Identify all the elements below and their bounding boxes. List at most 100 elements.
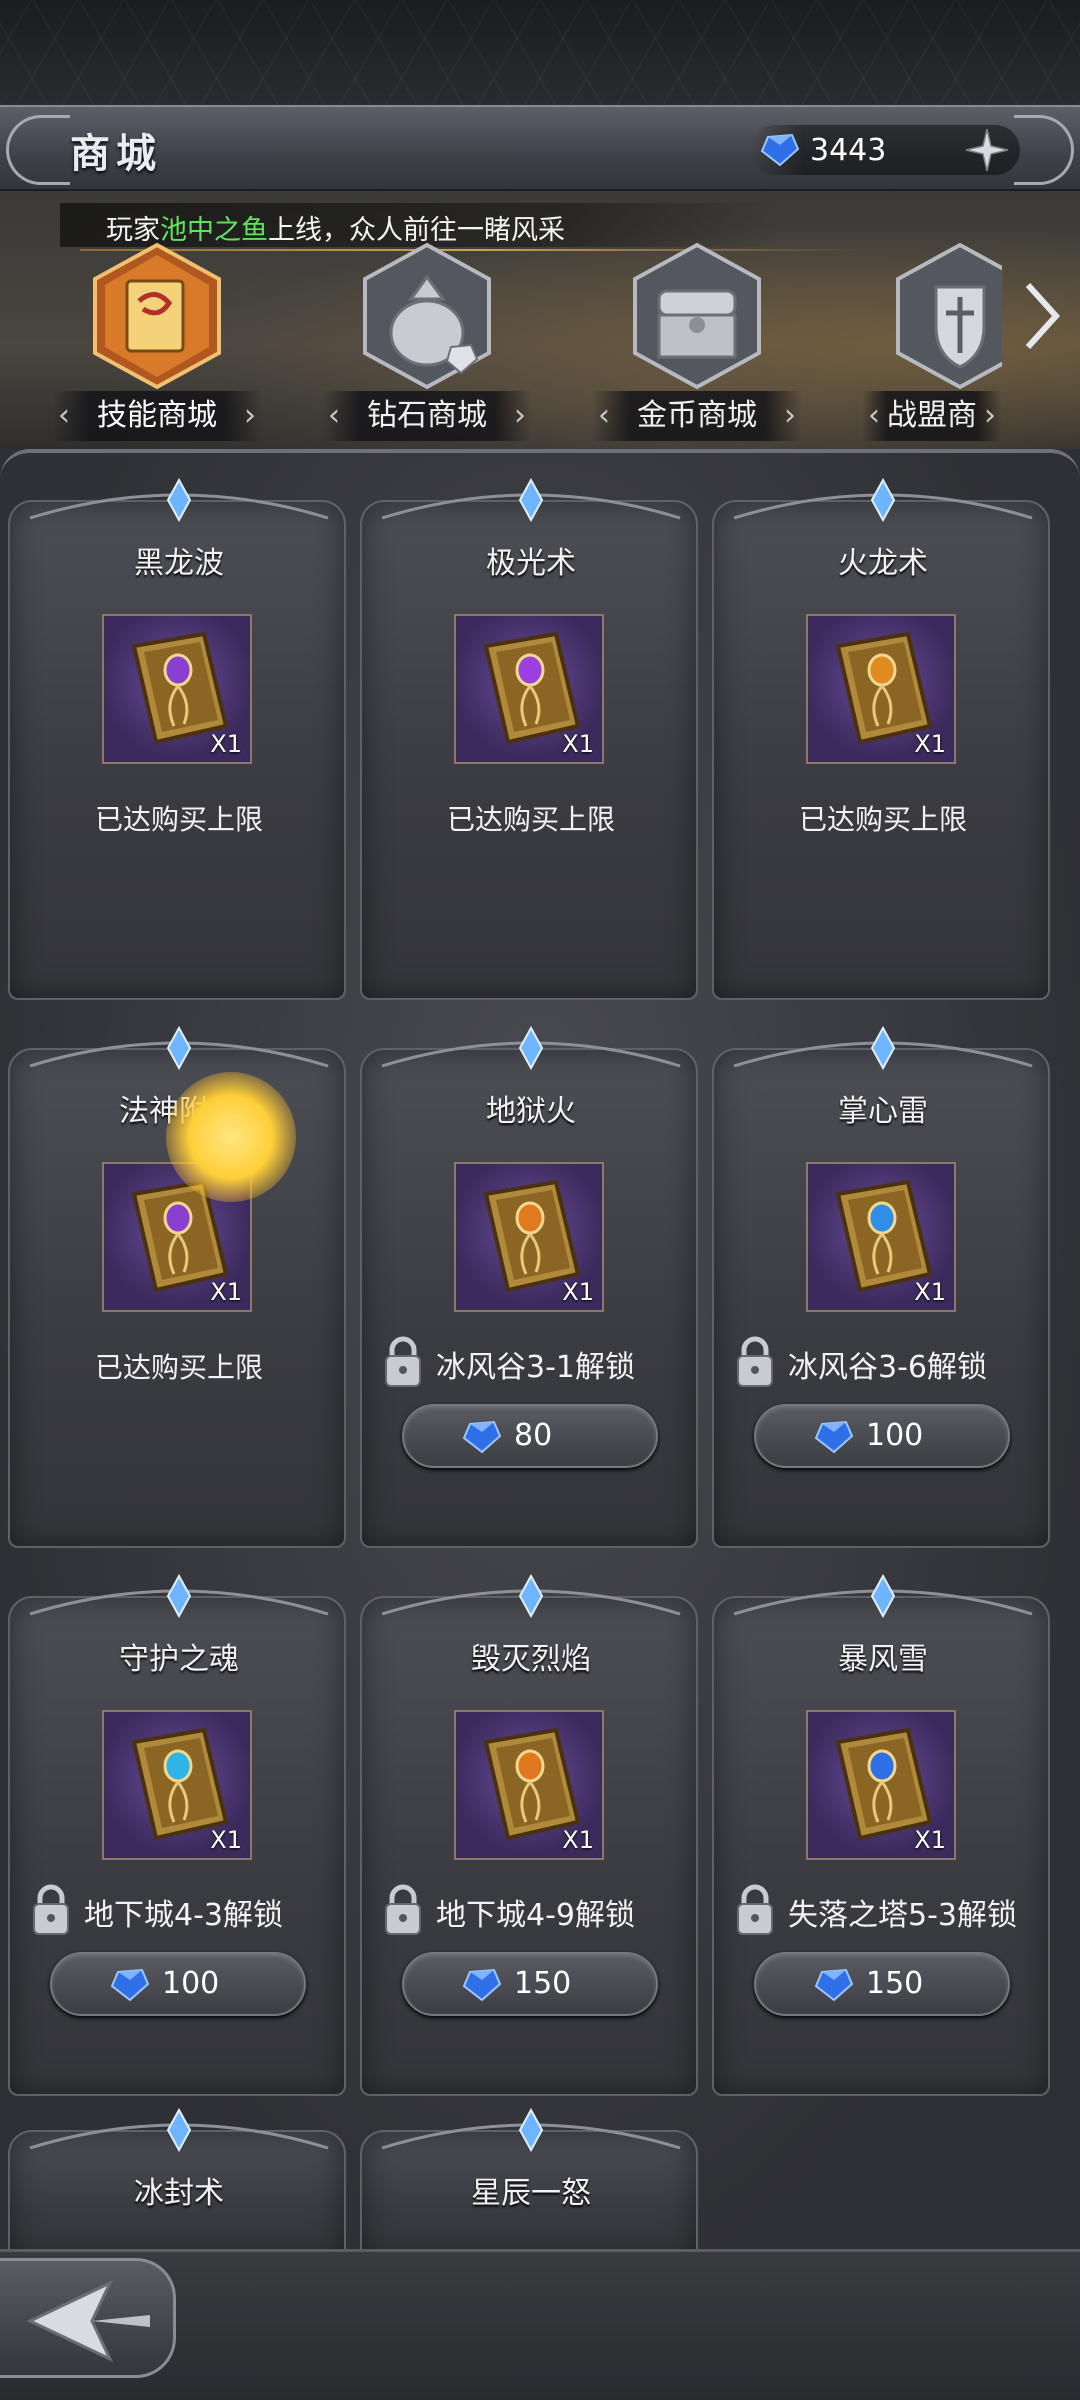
tab-diamond-shop-label: 钻石商城	[322, 391, 532, 441]
add-diamond-button[interactable]	[964, 127, 1010, 173]
item-card[interactable]: 黑龙波 X1 已达购买上限	[8, 478, 346, 1000]
skill-book-thumbnail: X1	[454, 614, 604, 764]
purchase-status: 已达购买上限	[798, 803, 967, 836]
skill-book-thumbnail: X1	[102, 614, 252, 764]
shop-banner: 玩家池中之鱼上线，众人前往一睹风采 技能商城 钻石商城	[0, 191, 1080, 449]
lock-icon	[30, 1882, 72, 1940]
tab-guild-shop[interactable]: 战盟商	[862, 241, 1002, 441]
item-quantity: X1	[210, 1278, 242, 1306]
card-crest-ornament	[381, 1574, 681, 1619]
skill-book-thumbnail: X1	[806, 1162, 956, 1312]
item-name: 星辰一怒	[471, 2176, 591, 2211]
unlock-requirement: 地下城4-9解锁	[382, 1878, 698, 1938]
diamond-icon	[462, 1420, 502, 1458]
card-crest-ornament	[381, 478, 681, 523]
unlock-requirement: 失落之塔5-3解锁	[734, 1878, 1050, 1938]
header-left-cap	[6, 115, 70, 185]
back-button[interactable]	[0, 2258, 176, 2378]
item-card[interactable]: 暴风雪 X1 失落之塔5-3解锁 150	[712, 1574, 1050, 2096]
item-price: 150	[514, 1966, 572, 2001]
tab-skill-shop[interactable]: 技能商城	[52, 241, 262, 441]
unlock-requirement: 冰风谷3-6解锁	[734, 1330, 1050, 1390]
card-crest-ornament	[29, 1026, 329, 1071]
buy-button[interactable]: 100	[50, 1952, 306, 2016]
item-name: 暴风雪	[838, 1642, 928, 1677]
unlock-text: 失落之塔5-3解锁	[788, 1898, 1017, 1933]
item-name: 冰封术	[134, 2176, 224, 2211]
skill-book-thumbnail: X1	[454, 1710, 604, 1860]
status-area-background	[0, 0, 1080, 105]
item-quantity: X1	[914, 730, 946, 758]
treasure-chest-icon	[629, 241, 765, 391]
item-card[interactable]: 地狱火 X1 冰风谷3-1解锁 80	[360, 1026, 698, 1548]
lock-icon	[382, 1882, 424, 1940]
card-crest-ornament	[733, 1026, 1033, 1071]
unlock-text: 冰风谷3-1解锁	[436, 1350, 635, 1385]
skill-book-thumbnail: X1	[806, 614, 956, 764]
lock-icon	[382, 1334, 424, 1392]
item-name: 火龙术	[838, 546, 928, 581]
purchase-status: 已达购买上限	[446, 803, 615, 836]
buy-button[interactable]: 150	[754, 1952, 1010, 2016]
skill-book-thumbnail: X1	[102, 1710, 252, 1860]
item-card[interactable]: 守护之魂 X1 地下城4-3解锁 100	[8, 1574, 346, 2096]
item-quantity: X1	[562, 1278, 594, 1306]
item-quantity: X1	[914, 1278, 946, 1306]
item-card[interactable]: 冰封术	[8, 2108, 346, 2260]
page-title: 商城	[70, 131, 162, 177]
card-crest-ornament	[733, 1574, 1033, 1619]
item-quantity: X1	[562, 730, 594, 758]
skill-book-thumbnail: X1	[454, 1162, 604, 1312]
diamond-icon	[760, 133, 800, 171]
item-price: 100	[866, 1418, 924, 1453]
card-crest-ornament	[29, 2108, 329, 2153]
item-name: 毁灭烈焰	[471, 1642, 591, 1677]
tab-skill-shop-label: 技能商城	[52, 391, 262, 441]
purchase-status: 已达购买上限	[94, 1351, 263, 1384]
lock-icon	[734, 1334, 776, 1392]
item-card[interactable]: 掌心雷 X1 冰风谷3-6解锁 100	[712, 1026, 1050, 1548]
item-card[interactable]: 极光术 X1 已达购买上限	[360, 478, 698, 1000]
diamond-icon	[814, 1968, 854, 2006]
skill-book-thumbnail: X1	[806, 1710, 956, 1860]
shop-header: 商城 3443	[0, 105, 1080, 191]
tap-glow-effect	[166, 1072, 296, 1202]
skill-book-icon	[89, 241, 225, 391]
diamond-balance: 3443	[750, 125, 1020, 175]
buy-button[interactable]: 100	[754, 1404, 1010, 1468]
diamond-icon	[110, 1968, 150, 2006]
item-quantity: X1	[562, 1826, 594, 1854]
item-card[interactable]: 星辰一怒	[360, 2108, 698, 2260]
card-crest-ornament	[381, 1026, 681, 1071]
item-name: 地狱火	[486, 1094, 576, 1129]
buy-button[interactable]: 80	[402, 1404, 658, 1468]
item-price: 80	[514, 1418, 553, 1453]
item-quantity: X1	[210, 730, 242, 758]
item-card[interactable]: 火龙术 X1 已达购买上限	[712, 478, 1050, 1000]
purchase-status: 已达购买上限	[94, 803, 263, 836]
back-arrow-icon	[26, 2279, 150, 2363]
buy-button[interactable]: 150	[402, 1952, 658, 2016]
tab-gold-shop-label: 金币商城	[592, 391, 802, 441]
item-price: 150	[866, 1966, 924, 2001]
card-crest-ornament	[733, 478, 1033, 523]
tabs-scroll-right-icon[interactable]	[1022, 281, 1062, 351]
card-crest-ornament	[29, 478, 329, 523]
item-quantity: X1	[210, 1826, 242, 1854]
unlock-text: 冰风谷3-6解锁	[788, 1350, 987, 1385]
diamond-icon	[814, 1420, 854, 1458]
unlock-text: 地下城4-3解锁	[84, 1898, 283, 1933]
tab-gold-shop[interactable]: 金币商城	[592, 241, 802, 441]
diamond-amount: 3443	[810, 133, 887, 168]
item-name: 黑龙波	[134, 546, 224, 581]
item-quantity: X1	[914, 1826, 946, 1854]
item-price: 100	[162, 1966, 220, 2001]
unlock-text: 地下城4-9解锁	[436, 1898, 635, 1933]
item-name: 极光术	[486, 546, 576, 581]
item-name: 守护之魂	[119, 1642, 239, 1677]
card-crest-ornament	[381, 2108, 681, 2153]
lock-icon	[734, 1882, 776, 1940]
header-right-cap	[1014, 115, 1074, 185]
tab-diamond-shop[interactable]: 钻石商城	[322, 241, 532, 441]
item-card[interactable]: 毁灭烈焰 X1 地下城4-9解锁 150	[360, 1574, 698, 2096]
